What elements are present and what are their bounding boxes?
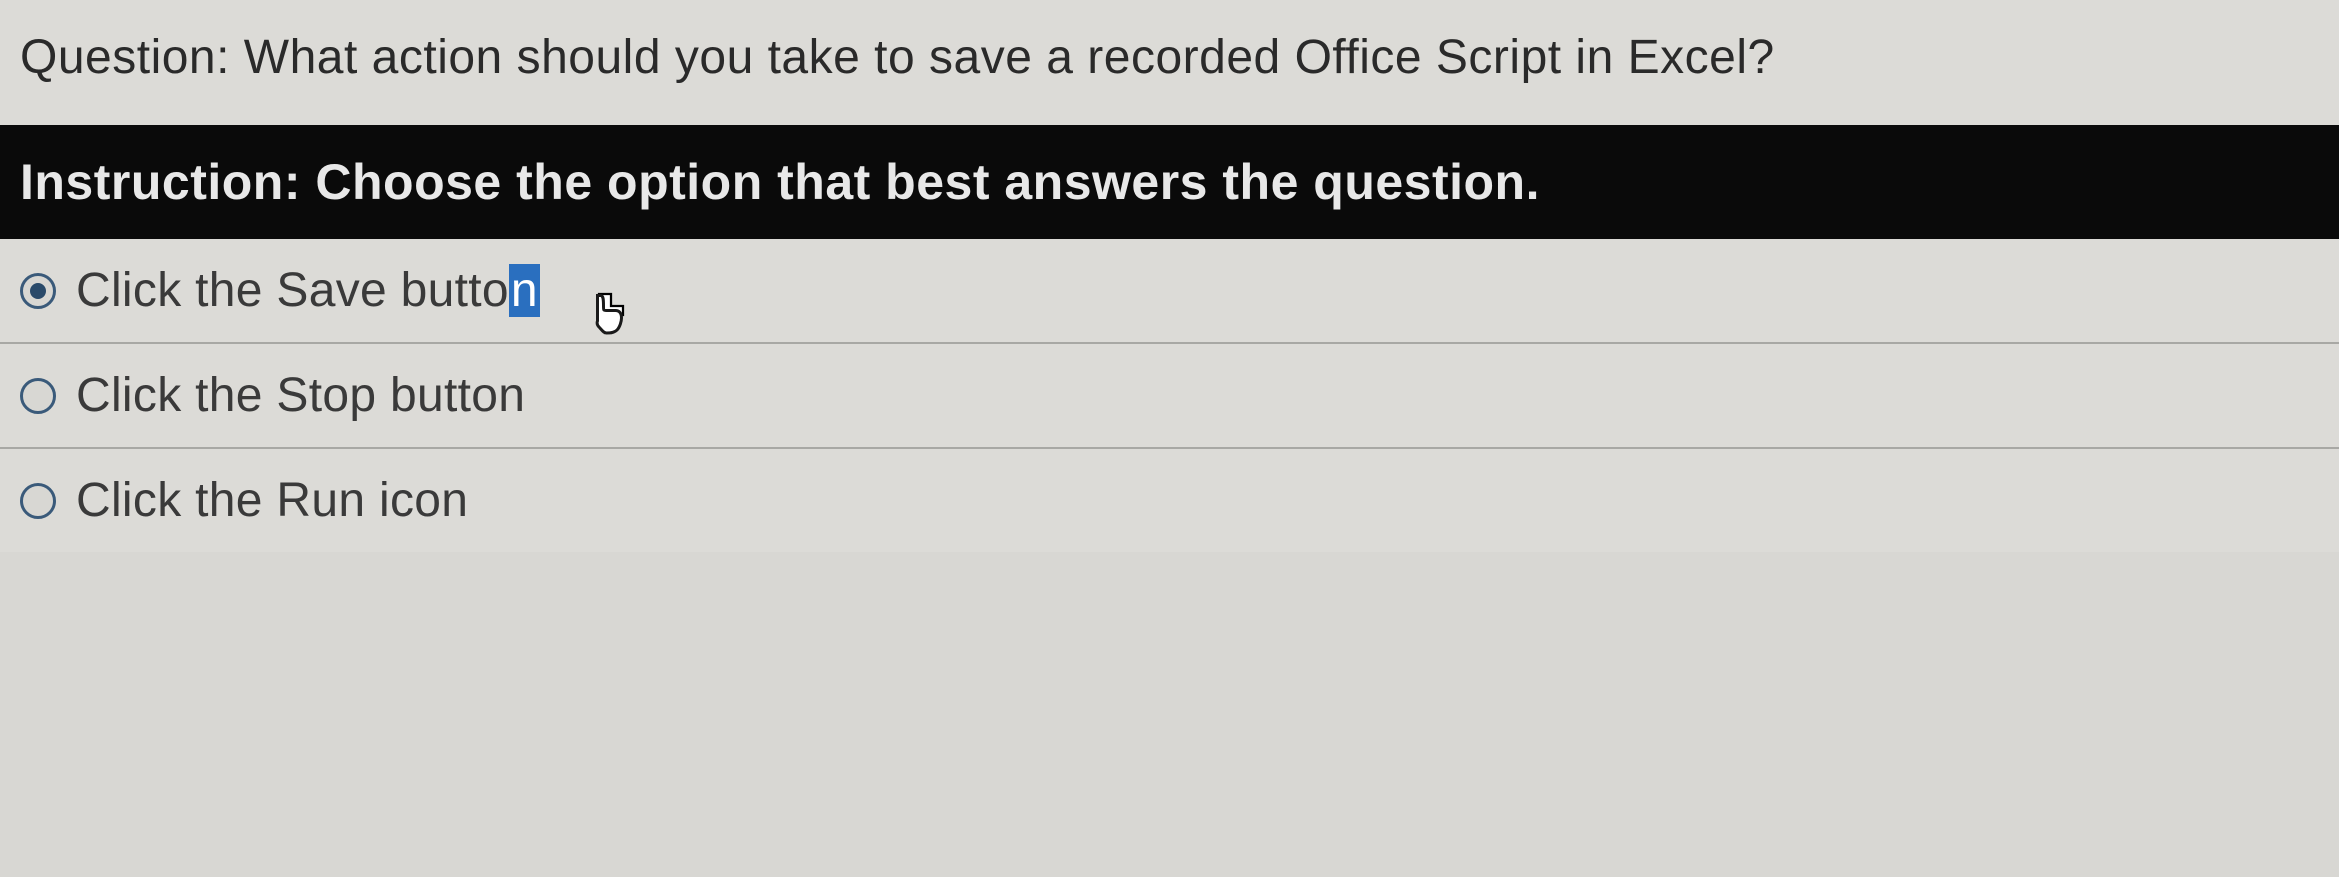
quiz-container: Question: What action should you take to… [0, 0, 2339, 552]
radio-unselected-icon[interactable] [20, 378, 56, 414]
option-text: Click the Run icon [76, 473, 468, 528]
instruction-label: Instruction: [20, 154, 301, 210]
instruction-text: Choose the option that best answers the … [315, 154, 1540, 210]
question-line: Question: What action should you take to… [20, 31, 1775, 84]
option-text: Click the Save button [76, 263, 540, 318]
option-stop-button[interactable]: Click the Stop button [0, 344, 2339, 449]
option-text: Click the Stop button [76, 368, 525, 423]
option-text-prefix: Click the Save butto [76, 264, 509, 317]
question-label: Question: [20, 31, 230, 84]
radio-unselected-icon[interactable] [20, 483, 56, 519]
option-save-button[interactable]: Click the Save button [0, 239, 2339, 344]
option-run-icon[interactable]: Click the Run icon [0, 449, 2339, 552]
question-text: What action should you take to save a re… [244, 31, 1775, 84]
text-selection-highlight: n [509, 264, 540, 317]
pointer-cursor-icon [583, 291, 633, 351]
radio-selected-icon[interactable] [20, 273, 56, 309]
instruction-bar: Instruction: Choose the option that best… [0, 125, 2339, 239]
options-list: Click the Save button Click the Stop but… [0, 239, 2339, 552]
question-section: Question: What action should you take to… [0, 0, 2339, 125]
